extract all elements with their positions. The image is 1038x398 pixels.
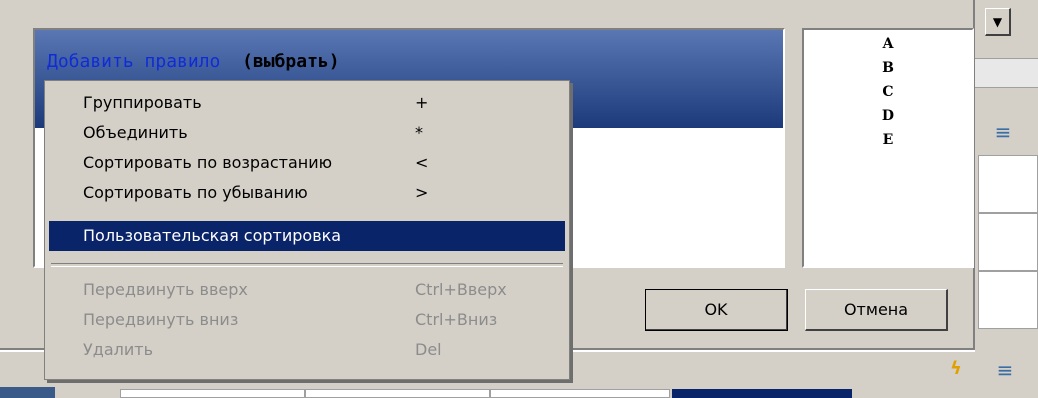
menu-item-move-down[interactable]: Передвинуть вниз Ctrl+Вниз [49,305,565,335]
right-cell[interactable] [978,155,1038,213]
ok-button[interactable]: OK [645,289,788,331]
sort-icon[interactable]: ≡ [991,356,1019,384]
table-cell[interactable] [120,389,305,398]
menu-item-label: Группировать [83,93,202,112]
row-marker [0,387,55,398]
menu-item-label: Передвинуть вверх [83,280,248,299]
letter-item[interactable]: D [804,108,972,124]
menu-item-label: Объединить [83,123,188,142]
right-cell[interactable] [978,213,1038,271]
sort-icon[interactable]: ≡ [989,118,1017,146]
add-rule-text: Добавить правило [47,51,221,72]
letter-item[interactable]: B [804,60,972,76]
menu-item-delete[interactable]: Удалить Del [49,335,565,365]
menu-item-move-up[interactable]: Передвинуть вверх Ctrl+Вверх [49,275,565,305]
right-cell[interactable] [978,271,1038,329]
table-cell[interactable] [305,389,490,398]
right-panel: ▼ ≡ ≡ [975,0,1038,398]
menu-item-shortcut: Ctrl+Вниз [415,310,498,329]
dropdown-button[interactable]: ▼ [985,8,1011,36]
choose-text: (выбрать) [242,51,340,72]
menu-item-shortcut: + [415,93,429,112]
menu-item-label: Передвинуть вниз [83,310,239,329]
table-header-row [0,387,1038,398]
menu-item-shortcut: Del [415,340,442,359]
letters-list[interactable]: A B C D E [802,28,974,268]
add-rule-label[interactable]: Добавить правило (выбрать) [47,51,340,72]
menu-item-label: Сортировать по убыванию [83,183,308,202]
menu-item-shortcut: Ctrl+Вверх [415,280,507,299]
menu-item-sort-asc[interactable]: Сортировать по возрастанию < [49,148,565,178]
context-menu: Группировать + Объединить * Сортировать … [44,80,570,380]
menu-item-shortcut: > [415,183,429,202]
menu-item-group[interactable]: Группировать + [49,88,565,118]
right-header [975,58,1038,88]
menu-item-merge[interactable]: Объединить * [49,118,565,148]
lightning-icon[interactable]: ϟ [950,358,970,380]
letter-item[interactable]: C [804,84,972,100]
letter-item[interactable]: A [804,36,972,52]
letter-item[interactable]: E [804,132,972,148]
menu-item-label: Сортировать по возрастанию [83,153,333,172]
chevron-down-icon: ▼ [992,14,1003,29]
cancel-button[interactable]: Отмена [805,289,948,331]
table-cell-selected[interactable] [672,389,852,398]
menu-item-sort-desc[interactable]: Сортировать по убыванию > [49,178,565,208]
menu-item-label: Пользовательская сортировка [83,226,342,245]
menu-item-shortcut: < [415,153,429,172]
table-cell[interactable] [490,389,670,398]
menu-item-shortcut: * [415,123,423,142]
menu-item-custom-sort[interactable]: Пользовательская сортировка [49,221,565,251]
menu-item-label: Удалить [83,340,153,359]
menu-separator [51,263,563,267]
